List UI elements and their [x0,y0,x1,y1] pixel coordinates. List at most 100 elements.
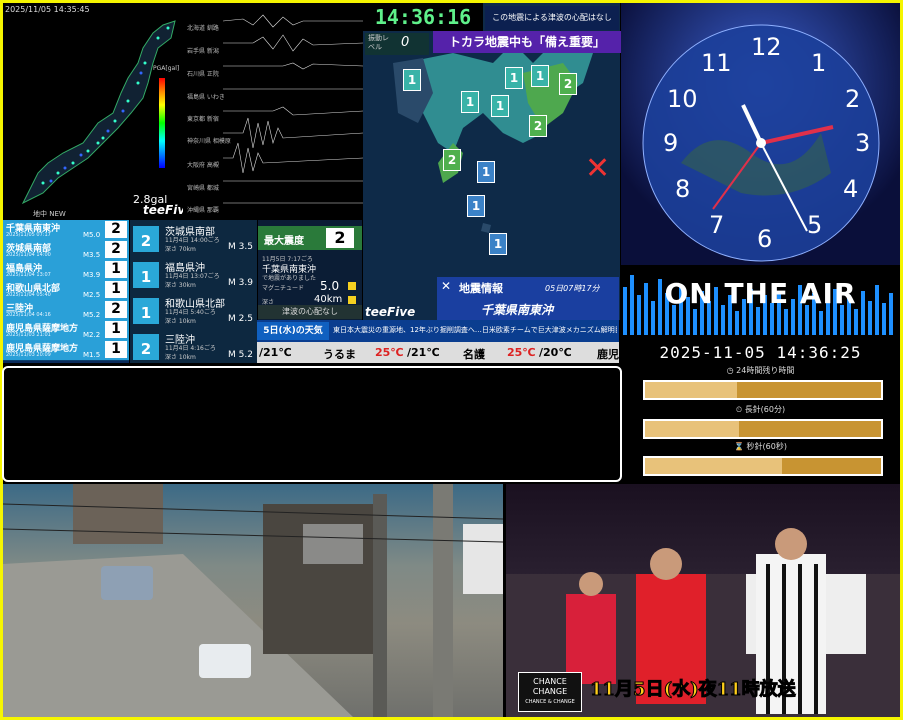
pga-label: PGA[gal] [153,65,180,72]
quake-date: 2025/11/03 20:09 [6,352,51,358]
list-item[interactable]: 1 和歌山県北部 11月4日 5:40ごろ 深さ 10km M 2.5 [130,292,257,327]
intensity-marker: 2 [529,115,547,137]
clock-number: 10 [667,85,698,113]
weather-low: /21℃ [407,346,440,359]
brand-logo: teeFive [365,305,416,319]
quake-intensity: 1 [105,261,127,278]
weather-low: /20℃ [539,346,572,359]
quake-date: 2025/11/05 07:17 [6,232,51,238]
quake-info-panel: ✕ 地震情報 05日07時17分 千葉県南東沖 [437,277,619,320]
bar-label: ◷ 24時間残り時間 [621,365,900,376]
intensity-badge: 1 [133,262,159,288]
recent-quake-detail-list: 2 茨城県南部 11月4日 14:00ごろ 深さ 70km M 3.5 1 福島… [130,220,257,363]
quake-mag: M5.2 [83,311,101,319]
news-ticker: 東日本大震災の重源地、12年ぶり掘削調査へ…日米欧素チームで巨大津波メカニズム解… [333,326,617,334]
quake-info-place: 千葉県南東沖 [481,303,554,317]
intensity-marker: 2 [443,149,461,171]
quake-intensity: 2 [105,241,127,258]
list-item[interactable]: 福島県沖 2025/11/04 13:07 M3.9 1 [3,260,129,281]
quake-time: 11月4日 5:40ごろ [165,309,216,316]
quake-mag: M 3.9 [228,278,253,288]
quake-mag: M1.5 [83,351,101,359]
tsunami-note: この地震による津波の心配はなし [485,6,619,30]
digital-clock: 14:36:16 [363,3,483,31]
list-item[interactable]: 鹿児島県薩摩地方 2025/11/03 20:09 M1.5 1 [3,340,129,361]
weather-city: 鹿児 [597,348,619,361]
logo-line: CHANCE & CHANGE [525,699,575,705]
mag-indicator [348,282,356,290]
list-item[interactable]: 鹿児島県薩摩地方 2025/11/03 21:01 M2.2 1 [3,320,129,341]
seismic-map-panel: 2025/11/05 14:35:45 PGA[gal] 2.8gal 地中 N… [3,3,183,218]
quake-time: 11月4日 4:16ごろ [165,345,216,352]
quake-info-title: 地震情報 [459,282,503,295]
quake-intensity: 1 [105,281,127,298]
quake-mag: M 5.2 [228,350,253,360]
progress-bar-minute [643,419,883,439]
intensity-marker: 1 [467,195,485,217]
quake-date: 2025/11/04 05:40 [6,292,51,298]
bar-label: ⏲ 長針(60分) [621,404,900,415]
quake-intensity: 1 [105,341,127,358]
weather-city: 名護 [463,348,485,361]
intensity-marker: 1 [531,65,549,87]
broadcast-promo: 11月5日(水)夜11時放送 [590,679,797,701]
quake-date: 2025/11/03 21:01 [6,332,51,338]
clock-number: 9 [663,129,679,157]
max-intensity-title: 最大震度 [264,236,304,247]
quake-depth: 深さ 30km [165,282,196,289]
list-item[interactable]: 茨城県南部 2025/11/04 14:00 M3.5 2 [3,240,129,261]
clock-number: 11 [701,49,732,77]
quake-mag: M2.5 [83,291,101,299]
clock-number: 5 [807,211,823,239]
list-item[interactable]: 2 三陸沖 11月4日 4:16ごろ 深さ 10km M 5.2 [130,328,257,363]
on-air-label: ON THE AIR [664,277,857,310]
station-label: 石川県 正院 [187,71,219,78]
max-intensity-value: 2 [326,228,354,248]
quake-mag: M 2.5 [228,314,253,324]
list-item[interactable]: 1 福島県沖 11月4日 13:07ごろ 深さ 30km M 3.9 [130,256,257,291]
bar-label-text: 24時間残り時間 [736,366,795,375]
clock-number: 8 [675,175,691,203]
quake-mag: M5.0 [83,231,101,239]
intensity-marker: 2 [559,73,577,95]
quake-history-list: 千葉県南東沖 2025/11/05 07:17 M5.0 2 茨城県南部 202… [3,220,129,363]
brand-logo: teeFive [143,203,183,217]
quake-intensity: 2 [105,221,127,238]
quake-info-time: 05日07時17分 [545,284,600,293]
quake-time: 11月4日 13:07ごろ [165,273,220,280]
intensity-badge: 2 [133,226,159,252]
epicenter-icon: ✕ [585,151,611,186]
quake-time: 11月4日 14:00ごろ [165,237,220,244]
hourglass-icon: ⌛ [734,442,747,451]
list-item[interactable]: 2 茨城県南部 11月4日 14:00ごろ 深さ 70km M 3.5 [130,220,257,255]
station-label: 東京都 新宿 [187,116,219,123]
bar-label-text: 秒針(60秒) [746,442,787,451]
list-item[interactable]: 千葉県南東沖 2025/11/05 07:17 M5.0 2 [3,220,129,241]
quake-intensity: 2 [105,301,127,318]
quake-date: 2025/11/04 04:16 [6,312,51,318]
waveform-panel: 北海道 釧路 岩手県 新潟 石川県 正院 福島県 いわき 東京都 新宿 神奈川県… [183,3,363,218]
depth-value: 40km [314,294,343,305]
depth-indicator [348,296,356,304]
datetime-display: 2025-11-05 14:36:25 [621,340,900,366]
quake-depth: 深さ 10km [165,318,196,325]
progress-fill [645,421,740,437]
weather-ticker: 5日(水)の天気 東日本大震災の重源地、12年ぶり掘削調査へ…日米欧素チームで巨… [257,320,619,342]
quake-note: で地震がありました [262,275,317,282]
intensity-badge: 1 [133,298,159,324]
station-label: 沖縄県 那覇 [187,207,219,214]
legend-note: 地中 NEW [33,210,66,218]
clock-icon: ⏲ [735,405,745,414]
list-item[interactable]: 三陸沖 2025/11/04 04:16 M5.2 2 [3,300,129,321]
progress-fill [645,382,738,398]
quake-intensity: 1 [105,321,127,338]
quake-mag: M3.5 [83,251,101,259]
clock-number: 6 [757,225,773,253]
clock-number: 7 [709,211,725,239]
show-logo: CHANCE CHANGE CHANCE & CHANGE [518,672,582,712]
list-item[interactable]: 和歌山県北部 2025/11/04 05:40 M2.5 1 [3,280,129,301]
intensity-marker: 1 [403,69,421,91]
station-label: 北海道 釧路 [187,25,219,32]
weather-label: 5日(水)の天気 [257,322,329,340]
intensity-marker: 1 [489,233,507,255]
